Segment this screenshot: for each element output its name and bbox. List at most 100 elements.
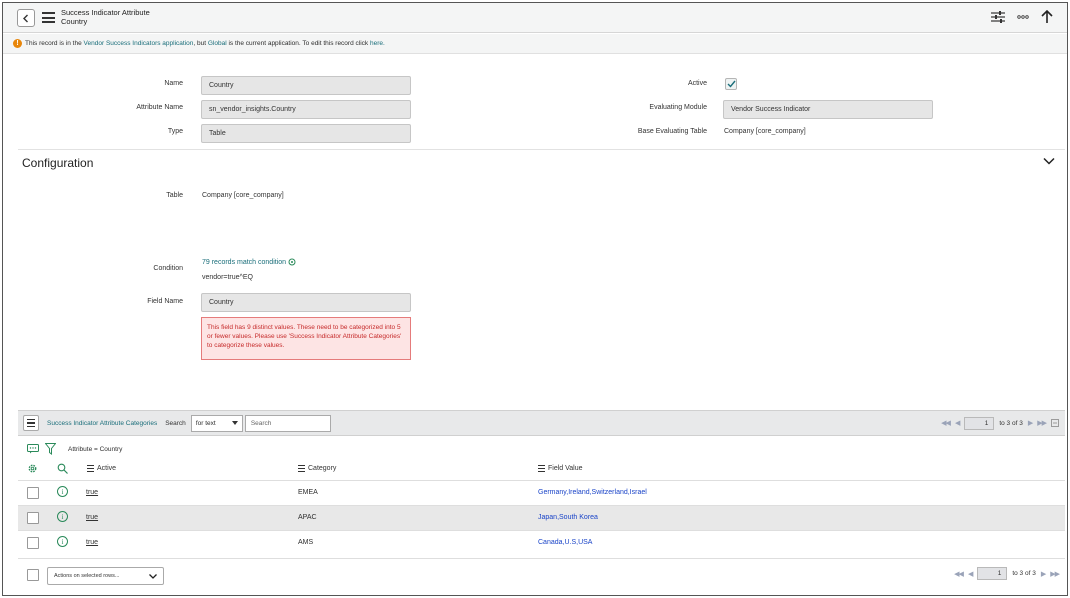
chevron-left-icon: [23, 14, 28, 22]
column-header-field-value-label: Field Value: [548, 465, 583, 472]
header-actions: [991, 10, 1053, 24]
arrow-up-icon[interactable]: [1041, 10, 1053, 24]
page-input[interactable]: 1: [977, 567, 1008, 580]
application-link[interactable]: Vendor Success Indicators application: [84, 40, 194, 47]
column-header-category-label: Category: [308, 465, 337, 472]
cell-field-value[interactable]: Canada,U.S,USA: [538, 539, 592, 546]
select-all-checkbox[interactable]: [27, 569, 39, 581]
cell-active[interactable]: true: [86, 514, 98, 521]
banner-text-middle: , but: [193, 40, 207, 47]
condition-match-row: 79 records match condition: [202, 258, 296, 266]
filter-text: Attribute = Country: [68, 445, 123, 453]
search-field-select[interactable]: for text: [190, 414, 243, 432]
column-menu-icon: [298, 465, 305, 472]
table-row[interactable]: i true AMS Canada,U.S,USA: [18, 530, 1065, 555]
last-page-icon[interactable]: ▶▶: [1050, 570, 1060, 578]
filter-icon[interactable]: [45, 443, 56, 455]
next-page-icon[interactable]: ▶: [1028, 419, 1033, 427]
attribute-name-label: Attribute Name: [136, 104, 183, 111]
cell-category: AMS: [298, 539, 314, 546]
warning-icon: !: [13, 39, 22, 48]
table-row[interactable]: i true APAC Japan,South Korea: [18, 505, 1065, 530]
list-footer: Actions on selected rows... ◀◀ ◀ 1 to 3 …: [18, 558, 1065, 588]
checkmark-icon: [727, 80, 736, 88]
chevron-down-icon: [149, 573, 157, 579]
next-page-icon[interactable]: ▶: [1041, 570, 1046, 578]
field-name-field[interactable]: Country: [201, 293, 411, 312]
column-header-active-label: Active: [97, 465, 117, 472]
cell-active[interactable]: true: [86, 539, 98, 546]
evaluating-module-label: Evaluating Module: [649, 104, 707, 111]
cell-category: EMEA: [298, 489, 318, 496]
actions-select-label: Actions on selected rows...: [54, 573, 120, 579]
cell-active[interactable]: true: [86, 489, 98, 496]
info-icon[interactable]: i: [57, 511, 68, 522]
gear-icon[interactable]: [27, 463, 38, 474]
related-list-toolbar: Success Indicator Attribute Categories S…: [18, 410, 1065, 436]
app-frame: Success Indicator Attribute Country ! Th…: [2, 2, 1068, 596]
table-row[interactable]: i true EMEA Germany,Ireland,Switzerland,…: [18, 480, 1065, 505]
previous-page-icon[interactable]: ◀: [955, 419, 960, 427]
active-label: Active: [687, 80, 707, 87]
chevron-down-icon[interactable]: [1043, 157, 1055, 165]
dropdown-arrow-icon: [231, 421, 238, 425]
actions-select[interactable]: Actions on selected rows...: [47, 567, 164, 585]
active-checkbox[interactable]: [725, 78, 737, 90]
info-banner: ! This record is in the Vendor Success I…: [3, 34, 1067, 54]
previous-page-icon[interactable]: ◀: [968, 570, 973, 578]
global-link[interactable]: Global: [208, 40, 227, 47]
cell-category: APAC: [298, 514, 317, 521]
info-icon[interactable]: i: [57, 486, 68, 497]
type-field[interactable]: Table: [201, 124, 411, 143]
search-label: Search: [165, 419, 186, 427]
page-input[interactable]: 1: [964, 416, 995, 430]
row-checkbox[interactable]: [27, 512, 39, 524]
field-error-message: This field has 9 distinct values. These …: [201, 317, 411, 360]
filter-breadcrumb-row: Attribute = Country: [27, 443, 122, 455]
first-page-icon[interactable]: ◀◀: [941, 419, 951, 427]
edit-here-link[interactable]: here.: [370, 40, 385, 47]
list-options-icon[interactable]: [27, 444, 39, 454]
bottom-pagination: ◀◀ ◀ 1 to 3 of 3 ▶ ▶▶: [954, 567, 1060, 580]
search-input[interactable]: Search: [244, 414, 331, 432]
base-evaluating-table-label: Base Evaluating Table: [637, 128, 707, 135]
cell-field-value[interactable]: Japan,South Korea: [538, 514, 598, 521]
attribute-name-field[interactable]: sn_vendor_insights.Country: [201, 100, 411, 119]
section-divider: [18, 149, 1065, 150]
row-checkbox[interactable]: [27, 487, 39, 499]
name-label: Name: [164, 80, 183, 87]
column-menu-icon: [538, 465, 545, 472]
column-header-field-value[interactable]: Field Value: [538, 465, 583, 472]
context-menu-icon[interactable]: [42, 12, 55, 23]
condition-value: vendor=true^EQ: [202, 274, 253, 281]
list-menu-icon[interactable]: [23, 415, 39, 431]
name-field[interactable]: Country: [201, 76, 411, 95]
field-name-label: Field Name: [147, 298, 183, 305]
settings-sliders-icon[interactable]: [991, 11, 1005, 23]
configuration-section-title: Configuration: [22, 156, 94, 170]
related-list-title[interactable]: Success Indicator Attribute Categories: [47, 420, 157, 427]
first-page-icon[interactable]: ◀◀: [954, 570, 964, 578]
page-range: to 3 of 3: [999, 419, 1023, 427]
info-icon[interactable]: i: [57, 536, 68, 547]
page-title: Success Indicator Attribute: [61, 8, 150, 17]
banner-text-suffix: is the current application. To edit this…: [228, 40, 369, 47]
back-button[interactable]: [17, 9, 35, 27]
records-match-link[interactable]: 79 records match condition: [202, 259, 286, 266]
column-header-category[interactable]: Category: [298, 465, 336, 472]
collapse-list-icon[interactable]: [1051, 419, 1059, 427]
cell-field-value[interactable]: Germany,Ireland,Switzerland,Israel: [538, 489, 647, 496]
base-evaluating-table-value: Company [core_company]: [724, 128, 806, 135]
last-page-icon[interactable]: ▶▶: [1037, 419, 1047, 427]
page-subtitle: Country: [61, 17, 88, 26]
page-range: to 3 of 3: [1012, 570, 1036, 577]
search-icon[interactable]: [57, 463, 68, 474]
column-menu-icon: [87, 465, 94, 472]
refresh-icon[interactable]: [288, 258, 296, 266]
column-header-active[interactable]: Active: [87, 465, 116, 472]
more-options-icon[interactable]: [1017, 15, 1029, 19]
row-checkbox[interactable]: [27, 537, 39, 549]
evaluating-module-field[interactable]: Vendor Success Indicator: [723, 100, 933, 119]
search-field-select-value: for text: [195, 419, 216, 427]
config-table-value: Company [core_company]: [202, 192, 284, 199]
